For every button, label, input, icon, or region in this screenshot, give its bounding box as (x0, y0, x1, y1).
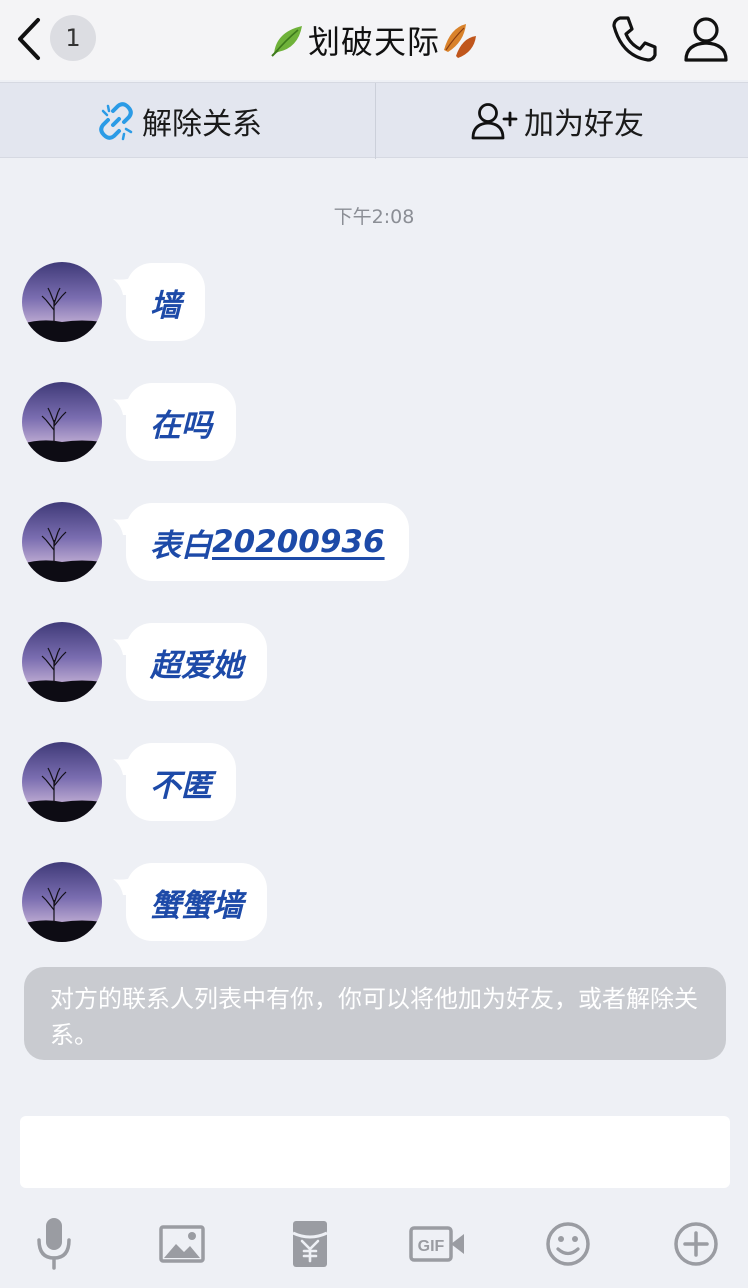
emoji-button[interactable] (536, 1212, 600, 1276)
contact-avatar[interactable] (22, 262, 102, 342)
red-packet-icon (292, 1221, 328, 1267)
message-bubble[interactable]: 在吗 (126, 383, 236, 461)
message-bubble[interactable]: 不匿 (126, 743, 236, 821)
person-icon (684, 17, 728, 62)
message-row: 墙 (0, 261, 748, 343)
input-toolbar: GIF (0, 1200, 748, 1288)
message-text: 墙 (150, 287, 181, 324)
message-bubble[interactable]: 墙 (126, 263, 205, 341)
message-bubble[interactable]: 超爱她 (126, 623, 267, 701)
microphone-icon (37, 1218, 71, 1270)
message-row: 超爱她 (0, 621, 748, 703)
message-row: 蟹蟹墙 (0, 861, 748, 943)
message-row: 不匿 (0, 741, 748, 823)
chat-title-text: 划破天际 (307, 23, 440, 61)
message-text: 超爱她 (150, 647, 243, 684)
message-bubble[interactable]: 表白 20200936 (126, 503, 409, 581)
phone-icon (612, 16, 657, 62)
red-packet-button[interactable] (278, 1212, 342, 1276)
photo-button[interactable] (150, 1212, 214, 1276)
add-friend-button[interactable]: 加为好友 (470, 83, 644, 159)
image-icon (159, 1225, 205, 1263)
contact-avatar[interactable] (22, 382, 102, 462)
unlink-button[interactable]: 解除关系 (96, 83, 262, 159)
message-bubble[interactable]: 蟹蟹墙 (126, 863, 267, 941)
contact-avatar[interactable] (22, 622, 102, 702)
voice-call-button[interactable] (608, 12, 660, 66)
autumn-leaves-icon (444, 24, 476, 58)
emoji-icon (546, 1222, 590, 1266)
action-divider (375, 83, 376, 159)
message-text: 在吗 (150, 407, 212, 444)
contact-avatar[interactable] (22, 502, 102, 582)
svg-text:GIF: GIF (418, 1238, 445, 1255)
gif-button[interactable]: GIF (406, 1212, 470, 1276)
green-leaf-icon (271, 26, 302, 57)
message-text: 蟹蟹墙 (150, 887, 243, 924)
message-text: 不匿 (150, 767, 212, 804)
broken-link-icon (99, 102, 133, 141)
contact-avatar[interactable] (22, 742, 102, 822)
message-timestamp: 下午2:08 (333, 206, 415, 228)
phone-number-link[interactable]: 20200936 (212, 524, 385, 560)
message-row: 在吗 (0, 381, 748, 463)
navigation-bar: 1 划破天际 (0, 0, 748, 80)
add-friend-label: 加为好友 (524, 107, 644, 142)
add-person-icon (471, 103, 518, 140)
gif-icon: GIF (409, 1226, 464, 1262)
message-text: 表白 (150, 527, 212, 564)
profile-button[interactable] (680, 12, 732, 66)
relationship-action-bar: 解除关系 加为好友 (0, 82, 748, 159)
message-row: 表白 20200936 (0, 501, 748, 583)
contact-avatar[interactable] (22, 862, 102, 942)
system-notice: 对方的联系人列表中有你，你可以将他加为好友，或者解除关系。 (24, 967, 726, 1060)
unlink-label: 解除关系 (142, 107, 262, 142)
voice-input-button[interactable] (22, 1212, 86, 1276)
more-button[interactable] (664, 1212, 728, 1276)
plus-icon (674, 1222, 718, 1266)
message-input[interactable] (20, 1116, 730, 1188)
